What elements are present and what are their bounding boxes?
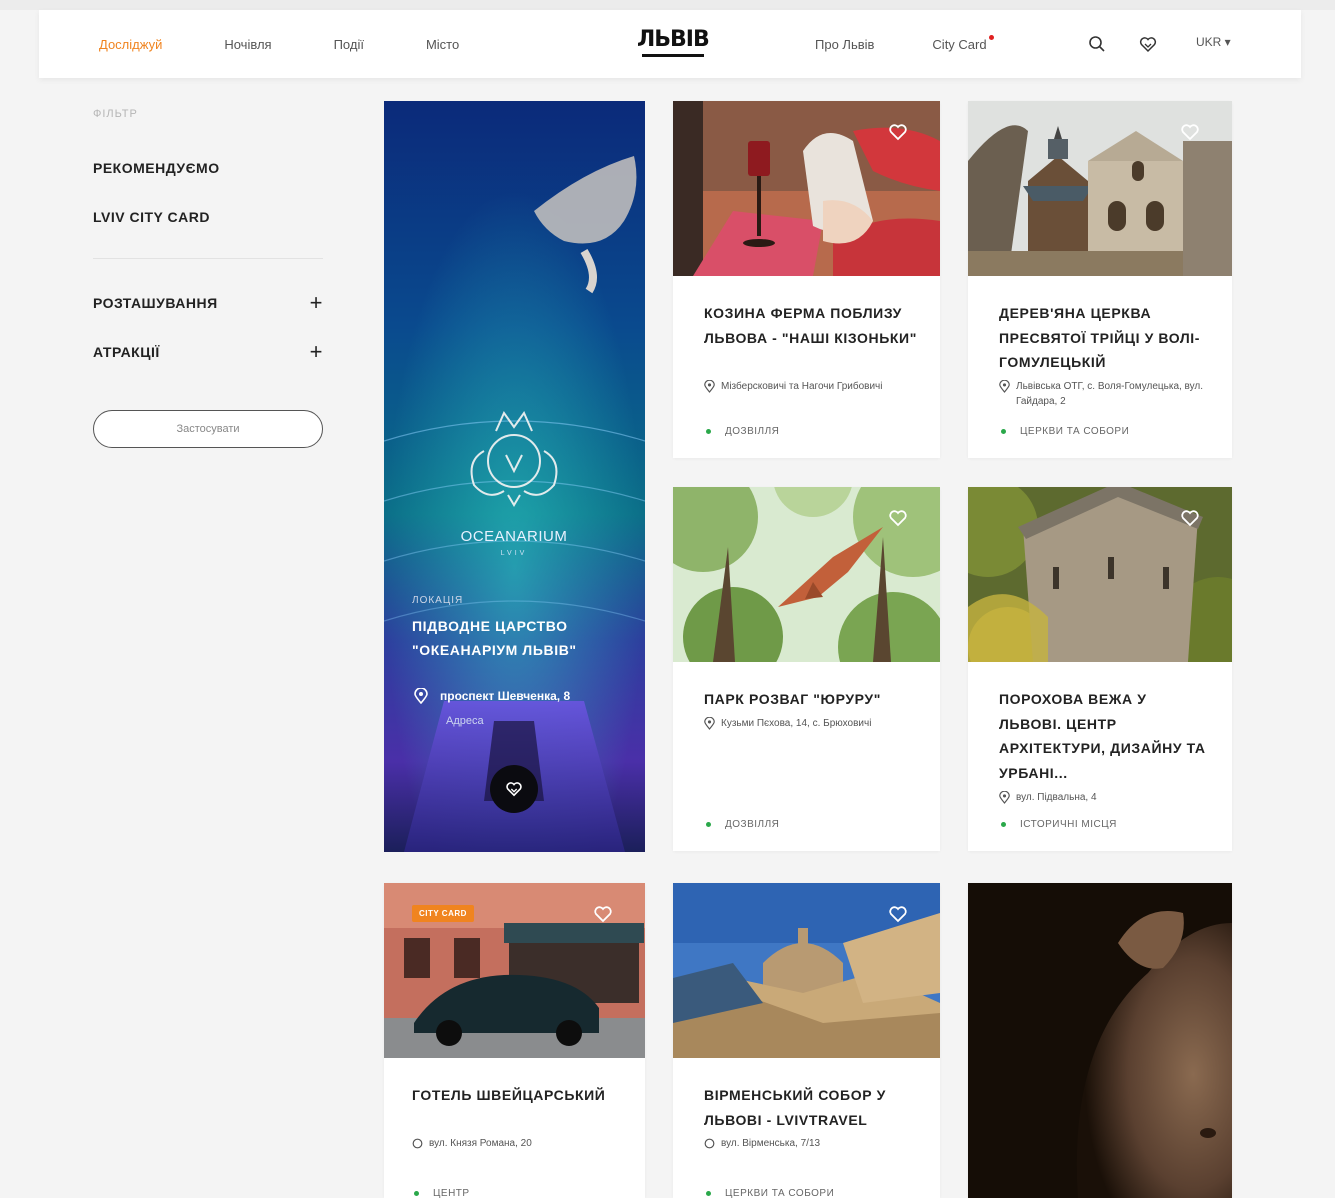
favorite-heart-icon[interactable] [1180, 123, 1200, 141]
card-title: ДЕРЕВ'ЯНА ЦЕРКВА ПРЕСВЯТОЇ ТРІЙЦІ У ВОЛІ… [999, 305, 1201, 370]
filter-recommended[interactable]: РЕКОМЕНДУЄМО [93, 160, 323, 209]
location-pin-icon [999, 791, 1010, 804]
favorite-heart-icon[interactable] [888, 509, 908, 527]
card-address: Кузьми Пєхова, 14, с. Брюховичі [704, 716, 918, 731]
site-logo[interactable]: ЛЬВІВ [637, 27, 710, 57]
favorite-heart-icon[interactable] [888, 905, 908, 923]
card-tag[interactable]: ДОЗВІЛЛЯ [706, 426, 779, 437]
featured-address-text: проспект Шевченка, 8 [440, 689, 571, 703]
card-address: Львівська ОТГ, с. Воля-Гомулецька, вул. … [999, 379, 1210, 409]
filter-location-label: РОЗТАШУВАННЯ [93, 294, 218, 311]
browser-top-strip [0, 0, 1335, 10]
card-address-text: Мізберсковичі та Нагочи Грибовичі [721, 381, 883, 392]
filter-attractions-label: АТРАКЦІЇ [93, 343, 160, 360]
nav-city-card-label: City Card [932, 36, 987, 52]
location-pin-icon [999, 380, 1010, 393]
card-address: Мізберсковичі та Нагочи Грибовичі [704, 379, 918, 394]
card-tag-label: ЦЕРКВИ ТА СОБОРИ [1020, 426, 1130, 437]
filter-label: ФІЛЬТР [93, 108, 138, 120]
nav-city[interactable]: Місто [426, 37, 459, 52]
language-selector[interactable]: UKR ▾ [1196, 35, 1231, 49]
featured-category: ЛОКАЦІЯ [412, 595, 464, 606]
apply-filters-button[interactable]: Застосувати [93, 410, 323, 448]
oceanarium-logo-sub: LVIV [501, 550, 528, 557]
location-pin-icon [414, 688, 428, 704]
filter-attractions-toggle[interactable]: АТРАКЦІЇ + [93, 336, 323, 385]
location-pin-icon [412, 1138, 423, 1149]
oceanarium-tunnel-image: OCEANARIUM LVIV [384, 101, 645, 852]
card-armenian-cathedral[interactable]: ВІРМЕНСЬКИЙ СОБОР У ЛЬВОВІ - LVIVTRAVEL … [673, 883, 940, 1198]
nav-stay[interactable]: Ночівля [224, 37, 271, 52]
site-header: Досліджуй Ночівля Події Місто ЛЬВІВ Про … [39, 10, 1301, 78]
card-title: ГОТЕЛЬ ШВЕЙЦАРСЬКИЙ [412, 1087, 606, 1103]
featured-card-oceanarium[interactable]: OCEANARIUM LVIV ЛОКАЦІЯ ПІДВОДНЕ ЦАРСТВО… [384, 101, 645, 852]
tag-dot [1001, 429, 1006, 434]
card-tag[interactable]: ДОЗВІЛЛЯ [706, 819, 779, 830]
card-tag[interactable]: ЦЕНТР [414, 1188, 470, 1198]
tag-dot [706, 822, 711, 827]
filter-sidebar: ФІЛЬТР РЕКОМЕНДУЄМО LVIV CITY CARD РОЗТА… [93, 108, 323, 448]
card-tag[interactable]: ЦЕРКВИ ТА СОБОРИ [1001, 426, 1129, 437]
tag-dot [706, 429, 711, 434]
card-address-text: вул. Вірменська, 7/13 [721, 1138, 821, 1149]
notification-dot [988, 34, 994, 40]
card-address-text: Львівська ОТГ, с. Воля-Гомулецька, вул. … [1016, 381, 1204, 407]
nav-about-lviv[interactable]: Про Львів [815, 37, 874, 52]
city-card-badge: CITY CARD [412, 905, 474, 922]
featured-address: проспект Шевченка, 8 [414, 688, 634, 704]
plus-icon: + [309, 289, 323, 315]
card-address: вул. Князя Романа, 20 [412, 1136, 623, 1151]
featured-title: ПІДВОДНЕ ЦАРСТВО "ОКЕАНАРІУМ ЛЬВІВ" [412, 618, 577, 658]
plus-icon: + [309, 338, 323, 364]
card-address: вул. Вірменська, 7/13 [704, 1136, 918, 1151]
logo-underline [641, 54, 704, 57]
card-wooden-church[interactable]: ДЕРЕВ'ЯНА ЦЕРКВА ПРЕСВЯТОЇ ТРІЙЦІ У ВОЛІ… [968, 101, 1232, 458]
favorite-heart-icon[interactable] [1180, 509, 1200, 527]
featured-address-sub: Адреса [446, 715, 484, 727]
filter-location-toggle[interactable]: РОЗТАШУВАННЯ + [93, 287, 323, 336]
tag-dot [706, 1191, 711, 1196]
card-address-text: вул. Підвальна, 4 [1016, 792, 1097, 803]
card-title: ВІРМЕНСЬКИЙ СОБОР У ЛЬВОВІ - LVIVTRAVEL [704, 1087, 886, 1128]
card-title: ПОРОХОВА ВЕЖА У ЛЬВОВІ. ЦЕНТР АРХІТЕКТУР… [999, 691, 1206, 781]
nav-explore[interactable]: Досліджуй [99, 37, 162, 52]
search-icon[interactable] [1087, 34, 1107, 54]
nav-city-card[interactable]: City Card [932, 34, 994, 52]
main-nav: Досліджуй Ночівля Події Місто [99, 10, 521, 78]
card-hotel-shveitsarskyi[interactable]: CITY CARD ГОТЕЛЬ ШВЕЙЦАРСЬКИЙ вул. Князя… [384, 883, 645, 1198]
card-tag-label: ІСТОРИЧНІ МІСЦЯ [1020, 819, 1117, 830]
tag-dot [414, 1191, 419, 1196]
location-pin-icon [704, 1138, 715, 1149]
location-pin-icon [704, 717, 715, 730]
card-amusement-park[interactable]: ПАРК РОЗВАГ "ЮРУРУ" Кузьми Пєхова, 14, с… [673, 487, 940, 851]
secondary-nav: Про Львів City Card [815, 10, 994, 78]
favorite-heart-icon[interactable] [593, 905, 613, 923]
card-tag[interactable]: ЦЕРКВИ ТА СОБОРИ [706, 1188, 834, 1198]
card-tag-label: ДОЗВІЛЛЯ [725, 426, 780, 437]
oceanarium-logo-text: OCEANARIUM [461, 528, 568, 545]
card-title: ПАРК РОЗВАГ "ЮРУРУ" [704, 691, 881, 707]
favorite-heart-icon[interactable] [888, 123, 908, 141]
logo-text: ЛЬВІВ [637, 27, 710, 52]
tag-dot [1001, 822, 1006, 827]
bear-image [968, 883, 1232, 1198]
filter-city-card[interactable]: LVIV CITY CARD [93, 209, 323, 258]
card-address: вул. Підвальна, 4 [999, 790, 1210, 805]
card-address-text: Кузьми Пєхова, 14, с. Брюховичі [721, 718, 872, 729]
card-goat-farm[interactable]: КОЗИНА ФЕРМА ПОБЛИЗУ ЛЬВОВА - "НАШІ КІЗО… [673, 101, 940, 458]
sidebar-divider [93, 258, 323, 259]
card-tag-label: ЦЕРКВИ ТА СОБОРИ [725, 1188, 835, 1198]
card-tag-label: ДОЗВІЛЛЯ [725, 819, 780, 830]
card-tag-label: ЦЕНТР [433, 1188, 470, 1198]
location-pin-icon [704, 380, 715, 393]
favorites-heart-icon[interactable] [1138, 34, 1158, 54]
heart-icon [506, 782, 522, 797]
nav-events[interactable]: Події [334, 37, 364, 52]
card-tag[interactable]: ІСТОРИЧНІ МІСЦЯ [1001, 819, 1117, 830]
card-address-text: вул. Князя Романа, 20 [429, 1138, 532, 1149]
card-title: КОЗИНА ФЕРМА ПОБЛИЗУ ЛЬВОВА - "НАШІ КІЗО… [704, 305, 917, 346]
card-bear-image[interactable] [968, 883, 1232, 1198]
card-powder-tower[interactable]: ПОРОХОВА ВЕЖА У ЛЬВОВІ. ЦЕНТР АРХІТЕКТУР… [968, 487, 1232, 851]
featured-favorite-button[interactable] [490, 765, 538, 813]
